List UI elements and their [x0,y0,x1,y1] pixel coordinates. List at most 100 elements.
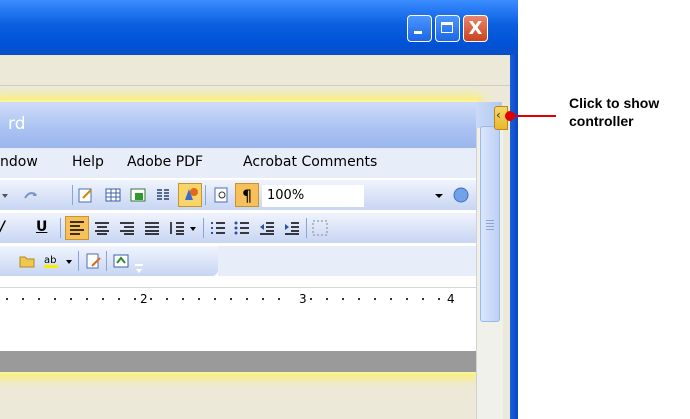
align-left-icon[interactable] [65,216,89,240]
ruler-tick [422,298,424,300]
align-center-icon[interactable] [93,219,111,237]
ruler-tick [310,298,312,300]
thumb-grip [486,226,494,227]
ruler-tick [326,298,328,300]
minimize-button[interactable] [407,15,432,42]
outer-menubar [0,55,510,86]
redo-icon[interactable] [22,186,40,204]
maximize-icon [441,22,453,33]
horizontal-ruler[interactable]: 2 3 4 [0,287,476,312]
menu-window[interactable]: ndow [0,154,38,170]
zoom-field[interactable]: 100% [262,185,364,207]
toolbar-separator [72,185,73,205]
menu-acrobat-comments[interactable]: Acrobat Comments [243,154,377,170]
zoom-dropdown-icon[interactable] [432,186,446,204]
ruler-tick [38,298,40,300]
table-icon[interactable] [104,186,122,204]
increase-indent-icon[interactable] [283,219,301,237]
undo-dropdown-icon[interactable] [0,186,10,204]
maximize-button[interactable] [435,15,460,42]
toolbar-empty-area [218,246,476,276]
ruler-tick [230,298,232,300]
ruler-number: 4 [447,292,455,306]
close-button[interactable]: X [463,15,488,42]
align-right-icon[interactable] [118,219,136,237]
standard-toolbar: ¶ 100% [0,180,476,210]
drawing-icon[interactable] [178,183,202,207]
window-titlebar: X [0,0,518,55]
svg-text:¶: ¶ [242,186,252,205]
document-page[interactable] [0,311,476,351]
close-icon: X [468,18,483,39]
ruler-number: 3 [299,292,307,306]
ruler-tick [118,298,120,300]
ruler-tick [214,298,216,300]
toolbar-separator [203,218,204,238]
document-map-icon[interactable] [212,186,230,204]
ruler-tick [54,298,56,300]
line-spacing-icon[interactable] [168,219,186,237]
ruler-number: 2 [140,292,148,306]
ruler-tick [102,298,104,300]
word-title-text: rd [8,114,26,134]
columns-icon[interactable] [154,186,172,204]
ruler-tick [6,298,8,300]
decrease-indent-icon[interactable] [258,219,276,237]
underline-icon[interactable]: U [36,219,54,237]
numbering-icon[interactable] [209,219,227,237]
hyperlink-icon[interactable] [77,186,95,204]
word-menubar: ndow Help Adobe PDF Acrobat Comments [0,148,476,178]
track-changes-icon[interactable] [84,252,102,270]
ruler-tick [198,298,200,300]
thumb-grip [486,220,494,221]
menu-adobe-pdf[interactable]: Adobe PDF [127,154,203,170]
ruler-tick [278,298,280,300]
thumb-grip [486,223,494,224]
menu-help[interactable]: Help [72,154,104,170]
excel-sheet-icon[interactable] [129,186,147,204]
document-background [0,351,476,372]
chevron-left-icon: ‹ [496,108,501,122]
help-icon[interactable] [452,186,470,204]
ruler-tick [70,298,72,300]
callout-pointer-line [512,115,556,117]
ruler-tick [150,298,152,300]
zoom-value: 100% [267,188,305,203]
highlight-icon[interactable]: ab [42,252,60,270]
ruler-tick [86,298,88,300]
ruler-tick [246,298,248,300]
line-spacing-dropdown-icon[interactable] [188,219,198,237]
thumb-grip [486,229,494,230]
reviewing-pane-icon[interactable] [112,252,130,270]
toolbar-options-icon[interactable] [134,260,144,278]
ruler-tick [406,298,408,300]
show-hide-formatting-icon[interactable]: ¶ [235,183,259,207]
ruler-tick [438,298,440,300]
ruler-tick [358,298,360,300]
formatting-toolbar: / U [0,213,476,243]
toolbar-separator [205,185,206,205]
svg-text:ab: ab [44,255,56,266]
toolbar-separator [60,218,61,238]
reviewing-toolbar: ab [0,246,218,276]
ruler-tick [342,298,344,300]
justify-icon[interactable] [143,219,161,237]
italic-icon[interactable]: / [0,219,10,237]
word-window: rd ndow Help Adobe PDF Acrobat Comments … [0,102,476,372]
highlight-dropdown-icon[interactable] [64,252,74,270]
folder-icon[interactable] [18,252,36,270]
scrollbar-thumb[interactable] [480,126,500,322]
ruler-tick [390,298,392,300]
borders-icon[interactable] [311,219,329,237]
ruler-tick [262,298,264,300]
toolbar-separator [106,251,107,271]
toolbar-separator [78,251,79,271]
toolbar-separator [306,218,307,238]
bullets-icon[interactable] [233,219,251,237]
ruler-tick [166,298,168,300]
word-titlebar: rd [0,102,476,148]
callout-line-2: controller [569,113,634,129]
callout-line-1: Click to show [569,95,660,111]
ruler-tick [182,298,184,300]
ruler-tick [374,298,376,300]
